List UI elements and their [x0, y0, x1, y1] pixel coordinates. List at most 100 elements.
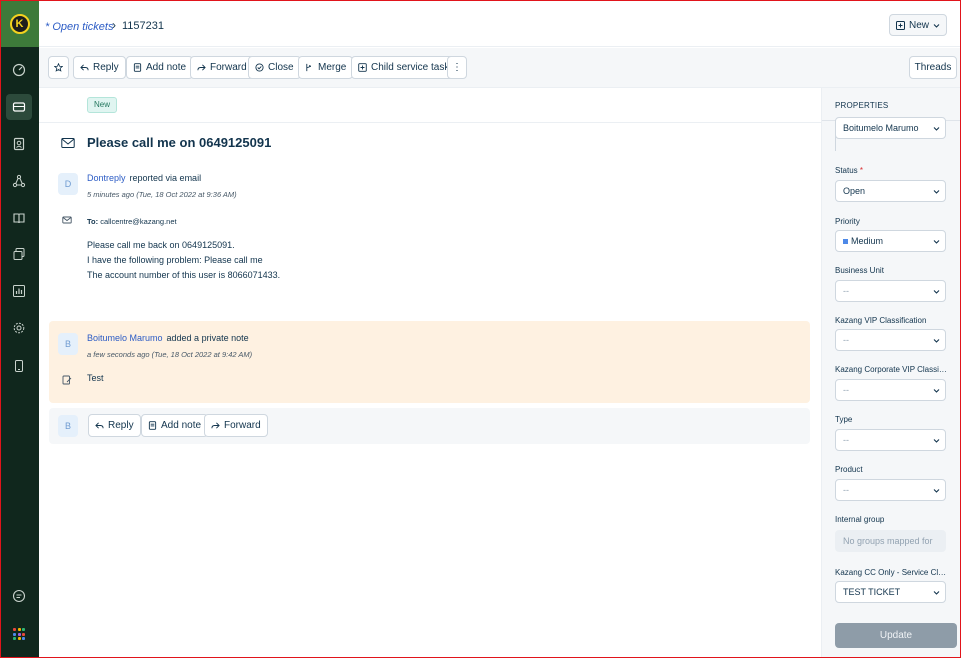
- envelope-icon: [62, 216, 72, 224]
- sender-action: reported via email: [129, 173, 202, 183]
- corporate-vip-label: Kazang Corporate VIP Classifica...: [835, 365, 947, 374]
- message-sender: Dontreply reported via email: [87, 173, 201, 183]
- email-icon: [61, 138, 75, 148]
- internal-group-label: Internal group: [835, 515, 885, 524]
- reply-button[interactable]: Reply: [73, 56, 126, 79]
- reply-label: Reply: [108, 420, 134, 431]
- chevron-down-icon: [933, 439, 940, 443]
- breadcrumb-ticket-id: 1157231: [122, 20, 165, 32]
- merge-icon: [306, 63, 311, 72]
- reply-icon: [80, 64, 89, 71]
- logo-mark-icon: K: [9, 13, 30, 34]
- chevron-down-icon: [933, 240, 940, 244]
- internal-group-select: No groups mapped for ...: [835, 530, 946, 552]
- priority-label: Priority: [835, 217, 860, 226]
- tickets-icon[interactable]: [6, 94, 32, 120]
- settings-icon[interactable]: [6, 315, 32, 341]
- knowledge-base-icon[interactable]: [6, 205, 32, 231]
- note-icon: [133, 63, 142, 72]
- reply-label: Reply: [93, 62, 119, 73]
- kazang-logo[interactable]: K: [0, 0, 39, 47]
- note-timestamp: a few seconds ago (Tue, 18 Oct 2022 at 9…: [87, 350, 253, 359]
- cc-service-classification-label: Kazang CC Only - Service Classif...: [835, 568, 947, 577]
- top-header: * Open tickets › 1157231 New: [39, 1, 960, 47]
- plus-box-icon: [895, 20, 905, 30]
- chevron-down-icon: [933, 339, 940, 343]
- add-note-button[interactable]: Add note: [141, 414, 209, 437]
- forward-icon: [211, 422, 220, 429]
- private-note-card: B Boitumelo Marumo added a private note a…: [49, 321, 810, 403]
- forward-button[interactable]: Forward: [204, 414, 268, 437]
- priority-select[interactable]: Medium: [835, 230, 946, 252]
- phone-icon[interactable]: [6, 353, 32, 379]
- vip-classification-select[interactable]: --: [835, 329, 946, 351]
- reply-icon: [95, 422, 104, 429]
- apps-grid-icon[interactable]: [13, 628, 25, 640]
- contacts-icon[interactable]: [6, 131, 32, 157]
- reports-icon[interactable]: [6, 278, 32, 304]
- threads-label: Threads: [914, 62, 952, 73]
- forward-button[interactable]: Forward: [190, 56, 254, 79]
- note-body: Test: [87, 373, 104, 383]
- add-note-label: Add note: [161, 420, 202, 431]
- canned-responses-icon[interactable]: [6, 241, 32, 267]
- breadcrumb-open-tickets[interactable]: * Open tickets: [45, 21, 113, 33]
- agent-select[interactable]: Boitumelo Marumo: [835, 117, 946, 139]
- avatar: D: [58, 173, 78, 195]
- vip-classification-label: Kazang VIP Classification: [835, 316, 927, 325]
- business-unit-label: Business Unit: [835, 266, 884, 275]
- chevron-down-icon: [933, 389, 940, 393]
- close-button[interactable]: Close: [248, 56, 301, 79]
- message-body-line: The account number of this user is 80660…: [87, 270, 281, 280]
- note-sender: Boitumelo Marumo added a private note: [87, 333, 249, 343]
- new-button[interactable]: New: [888, 14, 947, 36]
- child-service-task-button[interactable]: Child service task: [351, 56, 457, 79]
- properties-title: PROPERTIES: [835, 101, 889, 110]
- workflows-icon[interactable]: [6, 168, 32, 194]
- dashboard-icon[interactable]: [6, 57, 32, 83]
- business-unit-value: --: [843, 286, 849, 296]
- note-edit-icon: [62, 375, 72, 385]
- message-timestamp: 5 minutes ago (Tue, 18 Oct 2022 at 9:36 …: [87, 190, 237, 199]
- to-label: To:: [87, 217, 99, 226]
- merge-label: Merge: [318, 62, 347, 73]
- type-select[interactable]: --: [835, 429, 946, 451]
- check-circle-icon: [255, 63, 264, 72]
- side-navigation: K: [0, 0, 39, 658]
- status-value: Open: [843, 186, 866, 196]
- type-value: --: [843, 435, 849, 445]
- product-label: Product: [835, 465, 863, 474]
- add-note-label: Add note: [146, 62, 187, 73]
- star-button[interactable]: [48, 56, 69, 79]
- note-sender-link[interactable]: Boitumelo Marumo: [87, 333, 163, 343]
- business-unit-select[interactable]: --: [835, 280, 946, 302]
- forward-icon: [197, 64, 206, 71]
- update-button[interactable]: Update: [835, 623, 957, 648]
- reply-button[interactable]: Reply: [88, 414, 141, 437]
- add-note-button[interactable]: Add note: [126, 56, 194, 79]
- child-service-task-label: Child service task: [371, 62, 450, 73]
- required-marker: *: [859, 166, 864, 175]
- cc-service-classification-select[interactable]: TEST TICKET: [835, 581, 946, 603]
- forward-label: Forward: [210, 62, 247, 73]
- star-icon: [54, 63, 63, 72]
- threads-button[interactable]: Threads: [909, 56, 957, 79]
- message-body-line: Please call me back on 0649125091.: [87, 240, 235, 250]
- to-address: callcentre@kazang.net: [100, 217, 177, 226]
- chevron-down-icon: [933, 127, 940, 131]
- merge-button[interactable]: Merge: [298, 56, 354, 79]
- chevron-down-icon: [933, 23, 940, 28]
- chat-icon[interactable]: [6, 583, 32, 609]
- chevron-down-icon: [933, 591, 940, 595]
- cc-service-classification-value: TEST TICKET: [843, 587, 901, 597]
- avatar: B: [58, 333, 78, 355]
- corporate-vip-select[interactable]: --: [835, 379, 946, 401]
- more-actions-button[interactable]: ⋮: [447, 56, 467, 79]
- ticket-toolbar: Reply Add note Forward Close Merge Child…: [39, 48, 960, 88]
- type-label: Type: [835, 415, 853, 424]
- status-select[interactable]: Open: [835, 180, 946, 202]
- product-select[interactable]: --: [835, 479, 946, 501]
- sender-name-link[interactable]: Dontreply: [87, 173, 126, 183]
- divider: [39, 122, 821, 123]
- message-body-line: I have the following problem: Please cal…: [87, 255, 263, 265]
